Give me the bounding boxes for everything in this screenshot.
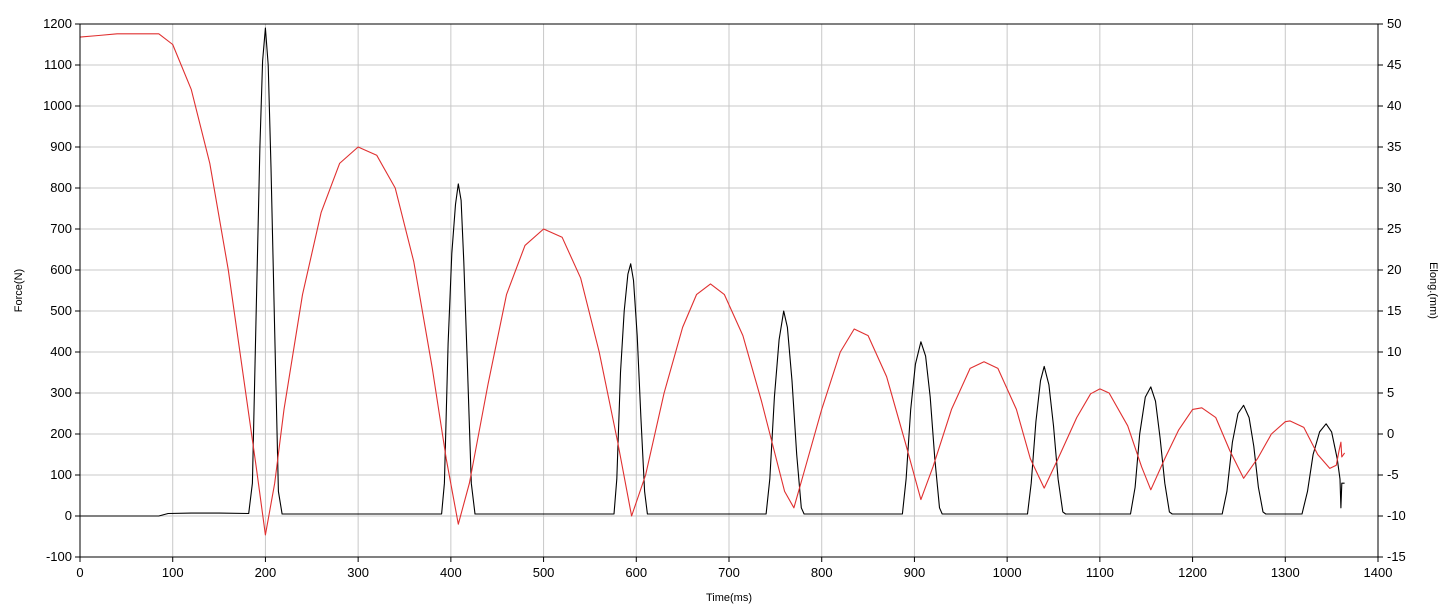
chart: 0 100 200 300 400 500 600 700 800 900 1000 1100 1200… xyxy=(0,0,1445,608)
y-tick-label: 500 xyxy=(50,303,72,318)
x-tick-label: 100 xyxy=(162,565,184,580)
y-tick-label: 300 xyxy=(50,385,72,400)
y2-tick-label: 30 xyxy=(1387,180,1401,195)
x-tick-label: 800 xyxy=(811,565,833,580)
x-tick-label: 700 xyxy=(718,565,740,580)
y2-tick-label: 0 xyxy=(1387,426,1394,441)
x-tick-label: 1300 xyxy=(1271,565,1300,580)
y-tick-label: 600 xyxy=(50,262,72,277)
x-tick-label: 0 xyxy=(76,565,83,580)
x-tick-label: 600 xyxy=(625,565,647,580)
y-tick-label: 900 xyxy=(50,139,72,154)
y-tick-label: 1200 xyxy=(43,16,72,31)
grid xyxy=(79,23,1379,558)
force-series-line xyxy=(80,27,1345,517)
y-axis-title: Force(N) xyxy=(13,269,25,312)
x-tick-label: 1400 xyxy=(1364,565,1393,580)
y-tick-label: 400 xyxy=(50,344,72,359)
y2-tick-label: -15 xyxy=(1387,549,1406,564)
y2-tick-label: -5 xyxy=(1387,467,1399,482)
y-tick-label: 1100 xyxy=(44,57,72,72)
y-tick-label: 1000 xyxy=(43,98,72,113)
y-tick-label: 200 xyxy=(50,426,72,441)
x-tick-label: 400 xyxy=(440,565,462,580)
y-tick-label: 0 xyxy=(65,508,72,523)
x-tick-label: 1000 xyxy=(993,565,1022,580)
y2-tick-label: 15 xyxy=(1387,303,1401,318)
y2-tick-label: 45 xyxy=(1387,57,1401,72)
y-tick-label: 700 xyxy=(50,221,72,236)
x-tick-label: 900 xyxy=(904,565,926,580)
x-axis-title: Time(ms) xyxy=(706,592,752,604)
y2-tick-label: 35 xyxy=(1387,139,1401,154)
y-tick-label: 800 xyxy=(50,180,72,195)
x-tick-label: 200 xyxy=(255,565,277,580)
x-tick-label: 300 xyxy=(347,565,369,580)
y2-tick-label: 50 xyxy=(1387,16,1401,31)
y-tick-label: 100 xyxy=(50,467,72,482)
x-tick-label: 1100 xyxy=(1086,565,1114,580)
chart-svg: 0 100 200 300 400 500 600 700 800 900 1000 1100 1200… xyxy=(13,16,1439,604)
y2-tick-label: 10 xyxy=(1387,344,1401,359)
x-tick-label: 500 xyxy=(533,565,555,580)
y2-tick-label: 5 xyxy=(1387,385,1394,400)
y2-tick-label: 25 xyxy=(1387,221,1401,236)
y-tick-label: -100 xyxy=(46,549,72,564)
axes: 0 100 200 300 400 500 600 700 800 900 1000 1100 1200… xyxy=(43,16,1406,580)
y2-tick-label: 20 xyxy=(1387,262,1401,277)
y2-axis-title: Elong.(mm) xyxy=(1427,262,1439,319)
series-layer xyxy=(79,27,1346,536)
x-tick-label: 1200 xyxy=(1178,565,1207,580)
y2-tick-label: -10 xyxy=(1387,508,1406,523)
y2-tick-label: 40 xyxy=(1387,98,1401,113)
